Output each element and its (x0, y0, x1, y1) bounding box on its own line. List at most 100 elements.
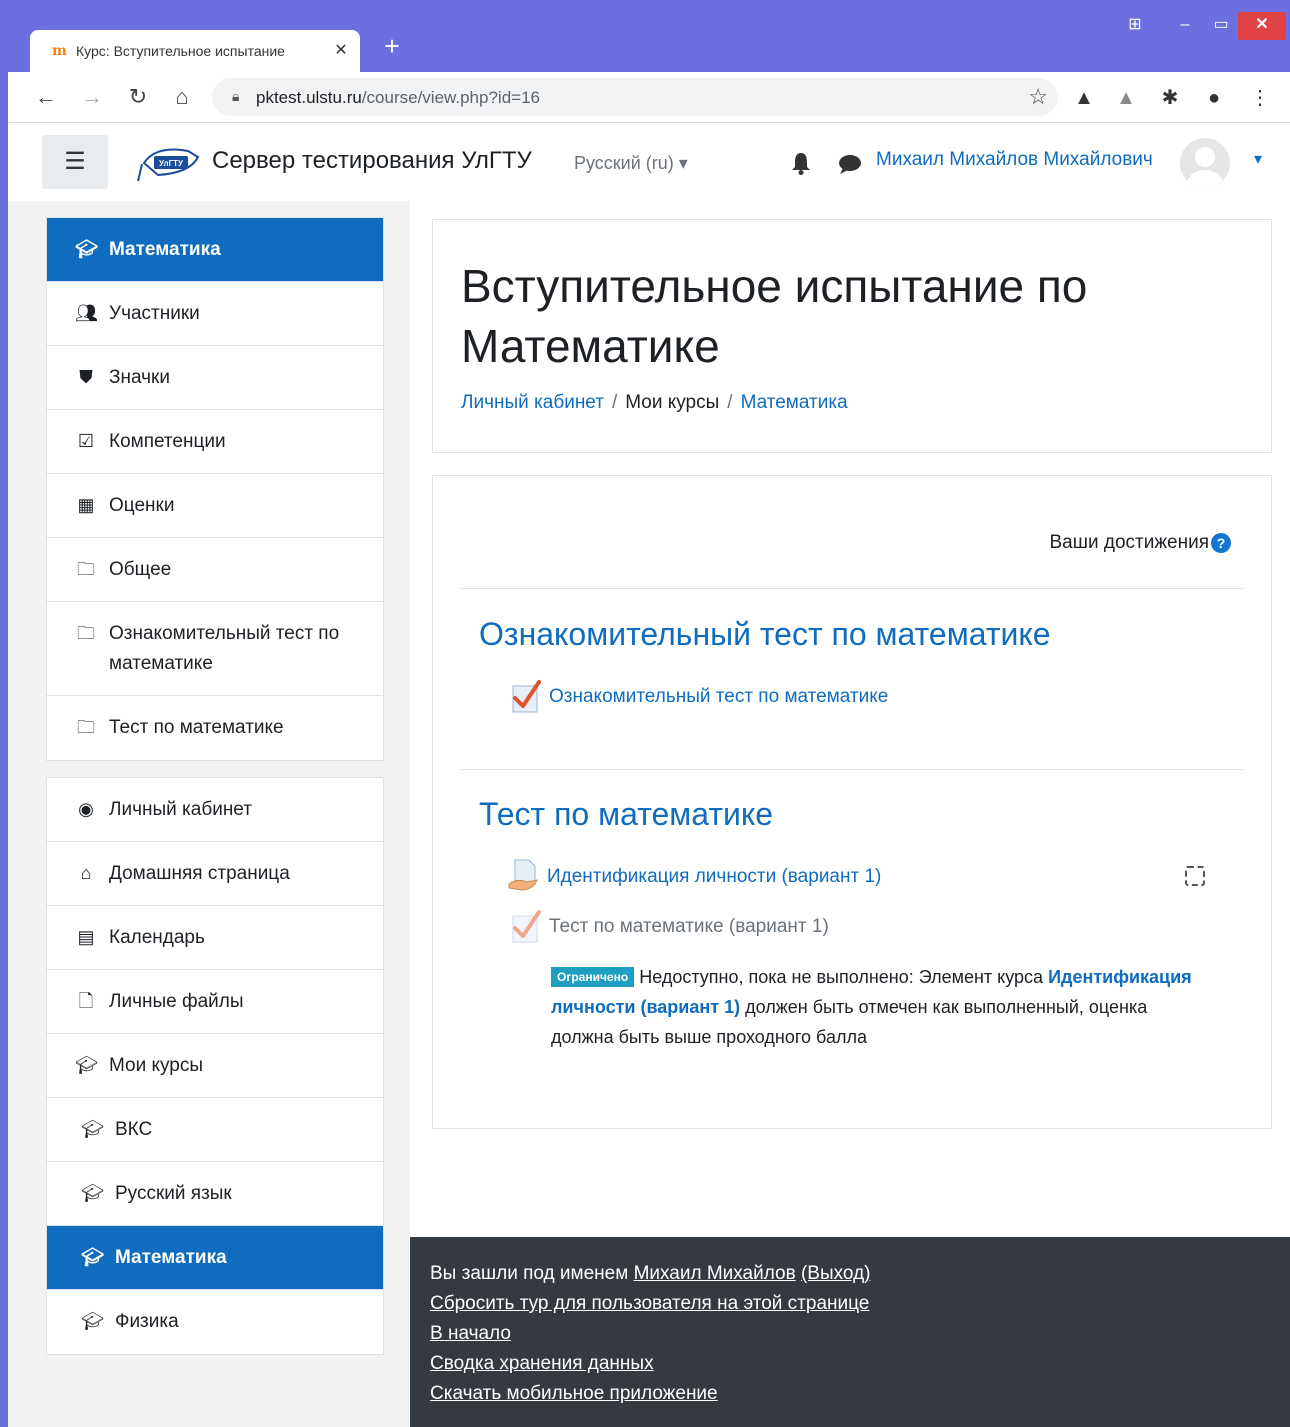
sidebar-item-badges[interactable]: ⛊ Значки (47, 346, 383, 410)
footer-reset-tour-link[interactable]: Сбросить тур для пользователя на этой ст… (430, 1293, 869, 1314)
sidebar-item-math-test[interactable]: 🗀 Тест по математике (47, 696, 383, 760)
breadcrumb-separator: / (611, 392, 618, 413)
activity-label: Тест по математике (вариант 1) (549, 916, 829, 937)
sidebar-item-course[interactable]: 🎓︎ Математика (47, 218, 383, 282)
folder-icon: 🗀 (77, 559, 95, 579)
sidebar-item-vks[interactable]: 🎓︎ ВКС (47, 1098, 383, 1162)
graduation-cap-icon: 🎓︎ (81, 1183, 104, 1203)
completion-checkbox[interactable] (1185, 866, 1205, 886)
address-bar[interactable]: 🔒︎ pktest.ulstu.ru/course/view.php?id=16… (212, 78, 1058, 116)
shield-icon: ⛊ (79, 367, 93, 387)
sidebar-item-general[interactable]: 🗀 Общее (47, 538, 383, 602)
forward-icon[interactable]: → (76, 81, 108, 113)
user-menu-caret-icon[interactable]: ▾ (1254, 149, 1262, 169)
sidebar-item-private-files[interactable]: 🗋 Личные файлы (47, 970, 383, 1034)
url-text: pktest.ulstu.ru/course/view.php?id=16 (256, 88, 540, 107)
footer-mobile-app-link[interactable]: Скачать мобильное приложение (430, 1383, 718, 1404)
extension-drive-gray-icon[interactable]: ▲ (1112, 84, 1140, 112)
extensions-puzzle-icon[interactable]: ✱ (1156, 84, 1184, 112)
breadcrumb-dashboard[interactable]: Личный кабинет (461, 392, 604, 413)
tab-title: Курс: Вступительное испытание (76, 43, 285, 59)
browser-window: m Курс: Вступительное испытание ✕ + ⊞ – … (8, 8, 1290, 1427)
activity-link[interactable]: Ознакомительный тест по математике (549, 686, 888, 708)
folder-icon: 🗀 (77, 717, 95, 737)
restriction-info: Ограничено Недоступно, пока не выполнено… (551, 962, 1211, 1052)
site-logo[interactable]: УлГТУ (136, 143, 206, 183)
users-icon: 👥︎ (75, 303, 98, 323)
maximize-button[interactable]: ▭ (1206, 12, 1236, 40)
footer-login-info: Вы зашли под именем Михаил Михайлов (Вых… (430, 1263, 871, 1284)
close-window-button[interactable]: ✕ (1238, 12, 1286, 40)
sidebar-item-dashboard[interactable]: ◉ Личный кабинет (47, 778, 383, 842)
browser-toolbar: ← → ↻ ⌂ 🔒︎ pktest.ulstu.ru/course/view.p… (8, 72, 1290, 123)
sidebar-item-home[interactable]: ⌂ Домашняя страница (47, 842, 383, 906)
dashboard-icon: ◉ (78, 799, 94, 819)
home-icon[interactable]: ⌂ (166, 81, 198, 113)
table-icon: ▦ (77, 495, 95, 515)
breadcrumb-course[interactable]: Математика (741, 392, 848, 413)
browser-menu-icon[interactable]: ⋮ (1246, 84, 1274, 112)
site-name[interactable]: Сервер тестирования УлГТУ (212, 147, 532, 175)
sidebar-item-competencies[interactable]: ☑ Компетенции (47, 410, 383, 474)
breadcrumb-my-courses: Мои курсы (625, 392, 720, 413)
footer-data-retention-link[interactable]: Сводка хранения данных (430, 1353, 654, 1374)
sidebar-item-participants[interactable]: 👥︎ Участники (47, 282, 383, 346)
tab-strip: m Курс: Вступительное испытание ✕ + ⊞ – … (8, 8, 1290, 72)
restriction-text: Недоступно, пока не выполнено: Элемент к… (639, 967, 1044, 987)
drawer-toggle-button[interactable]: ☰ (42, 135, 108, 189)
folder-icon: 🗀 (77, 623, 95, 643)
main-content: Вступительное испытание по Математике Ли… (410, 201, 1290, 1237)
user-avatar[interactable] (1180, 138, 1230, 188)
bookmark-star-icon[interactable]: ☆ (1028, 84, 1048, 110)
section-divider (461, 769, 1243, 770)
moodle-favicon-icon: m (52, 43, 67, 59)
footer-logout-link[interactable]: (Выход) (801, 1263, 871, 1284)
graduation-cap-icon: 🎓︎ (81, 1311, 104, 1331)
graduation-cap-icon: 🎓︎ (81, 1247, 104, 1267)
calendar-icon: ▤ (77, 927, 95, 947)
graduation-cap-icon: 🎓︎ (81, 1119, 104, 1139)
back-icon[interactable]: ← (30, 81, 62, 113)
section-title-intro[interactable]: Ознакомительный тест по математике (479, 616, 1051, 653)
graduation-cap-icon: 🎓︎ (75, 1055, 98, 1075)
extension-drive-icon[interactable]: ▲ (1070, 84, 1098, 112)
close-tab-icon[interactable]: ✕ (330, 40, 352, 62)
snap-layout-icon[interactable]: ⊞ (1120, 12, 1150, 40)
graduation-cap-icon: 🎓︎ (75, 239, 98, 259)
sidebar-item-math[interactable]: 🎓︎ Математика (47, 1226, 383, 1290)
profile-icon[interactable]: ● (1200, 84, 1228, 112)
language-menu[interactable]: Русский (ru) ▾ (574, 153, 688, 174)
minimize-button[interactable]: – (1170, 12, 1200, 40)
footer-user-link[interactable]: Михаил Михайлов (634, 1263, 796, 1284)
lock-icon: 🔒︎ (232, 88, 240, 104)
assignment-icon (508, 859, 538, 891)
footer-home-link[interactable]: В начало (430, 1323, 511, 1344)
page-header-card: Вступительное испытание по Математике Ли… (432, 219, 1272, 453)
sidebar-item-physics[interactable]: 🎓︎ Физика (47, 1290, 383, 1354)
check-square-icon: ☑ (77, 431, 95, 451)
user-name[interactable]: Михаил Михайлов Михайлович (876, 149, 1153, 171)
activity-link[interactable]: Идентификация личности (вариант 1) (547, 866, 881, 888)
achievements-label: Ваши достижения? (1049, 532, 1231, 554)
section-title-math[interactable]: Тест по математике (479, 796, 773, 833)
browser-tab[interactable]: m Курс: Вступительное испытание ✕ (30, 30, 360, 72)
site-nav-group: ◉ Личный кабинет ⌂ Домашняя страница ▤ К… (46, 777, 384, 1355)
file-icon: 🗋 (78, 991, 94, 1011)
sidebar-item-russian[interactable]: 🎓︎ Русский язык (47, 1162, 383, 1226)
sidebar-item-my-courses[interactable]: 🎓︎ Мои курсы (47, 1034, 383, 1098)
breadcrumb: Личный кабинет / Мои курсы / Математика (461, 392, 848, 414)
svg-text:УлГТУ: УлГТУ (159, 159, 184, 168)
help-icon[interactable]: ? (1211, 532, 1231, 553)
sidebar-item-grades[interactable]: ▦ Оценки (47, 474, 383, 538)
notifications-bell-icon[interactable] (790, 151, 812, 175)
nav-drawer: 🎓︎ Математика 👥︎ Участники ⛊ Значки ☑ Ко… (8, 201, 410, 1427)
new-tab-button[interactable]: + (378, 32, 406, 60)
home-icon: ⌂ (80, 863, 92, 883)
sidebar-item-intro-test[interactable]: 🗀 Ознакомительный тест по математике (47, 602, 383, 696)
sidebar-item-calendar[interactable]: ▤ Календарь (47, 906, 383, 970)
reload-icon[interactable]: ↻ (122, 81, 154, 113)
messages-chat-icon[interactable] (838, 153, 862, 175)
section-divider (461, 588, 1243, 589)
page-footer: Вы зашли под именем Михаил Михайлов (Вых… (410, 1237, 1290, 1427)
course-content-card: Ваши достижения? Ознакомительный тест по… (432, 475, 1272, 1129)
